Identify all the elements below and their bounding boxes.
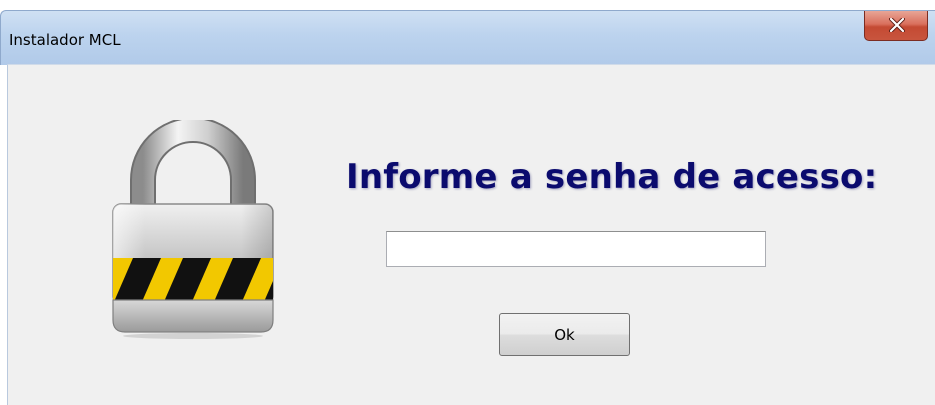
dialog-body: Informe a senha de acesso: Ok [7,64,935,405]
padlock-icon [112,120,274,339]
password-prompt-label: Informe a senha de acesso: [346,157,878,197]
installer-window: Instalador MCL Informe a senha de acesso… [0,0,935,405]
window-title: Instalador MCL [9,31,121,49]
close-x-icon [889,18,905,32]
ok-button[interactable]: Ok [499,313,630,356]
password-field[interactable] [386,231,766,267]
title-bar[interactable]: Instalador MCL [0,10,935,65]
close-button[interactable] [864,11,928,41]
